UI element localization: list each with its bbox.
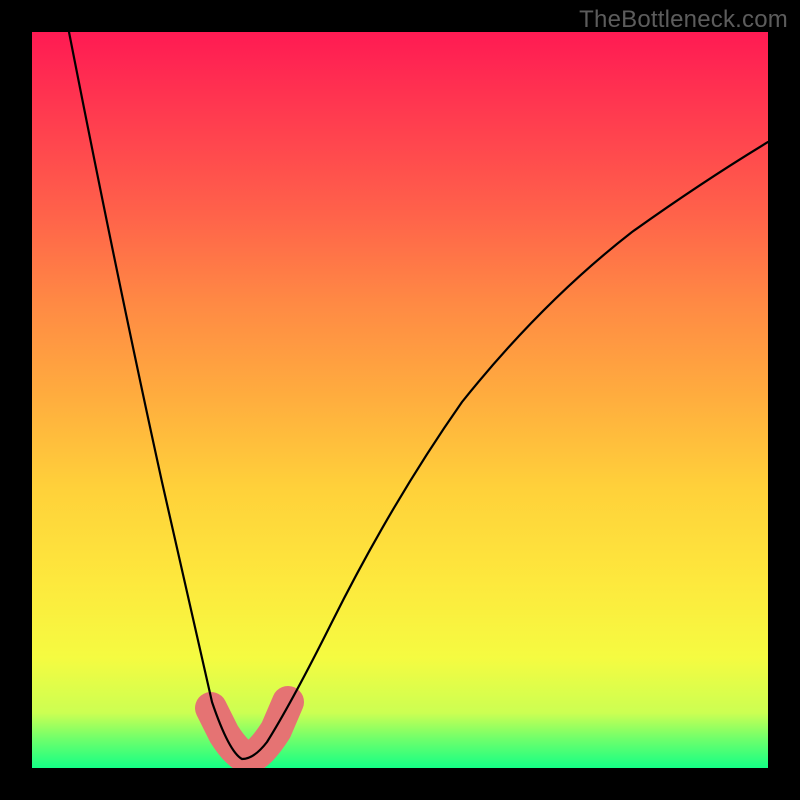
bottleneck-curve bbox=[32, 32, 768, 768]
plot-area bbox=[32, 32, 768, 768]
chart-frame: TheBottleneck.com bbox=[0, 0, 800, 800]
watermark-text: TheBottleneck.com bbox=[579, 6, 788, 34]
